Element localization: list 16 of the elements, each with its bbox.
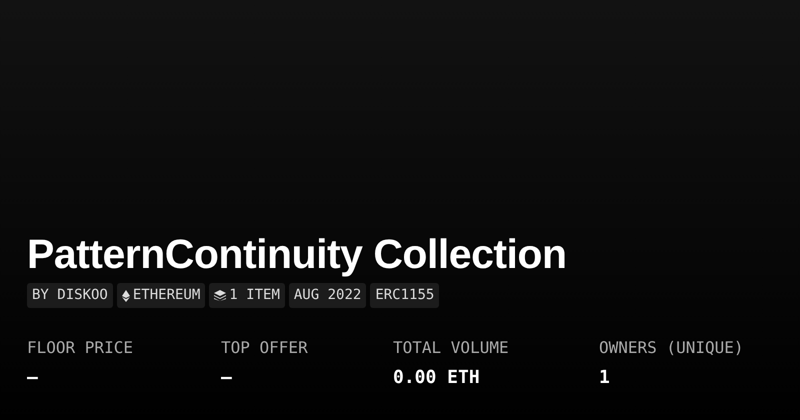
collection-title: PatternContinuity Collection [27,230,568,279]
tag: BY DISKOO [27,283,113,308]
tag: 1 ITEM [209,283,285,308]
tag: ETHEREUM [116,283,206,308]
stat-label: FLOOR PRICE [27,338,134,357]
stat-value: — [27,367,39,388]
diamond-icon [122,290,130,302]
tag: AUG 2022 [288,283,366,308]
stat-label: OWNERS (UNIQUE) [599,338,744,357]
stat-value: 1 [599,367,611,388]
stat-value: 0.00 ETH [393,367,481,388]
stat-value: — [221,367,233,388]
tag: ERC1155 [370,283,440,308]
stat-label: TOP OFFER [221,338,309,357]
stat-label: TOTAL VOLUME [393,338,510,357]
layers-icon [214,290,226,301]
